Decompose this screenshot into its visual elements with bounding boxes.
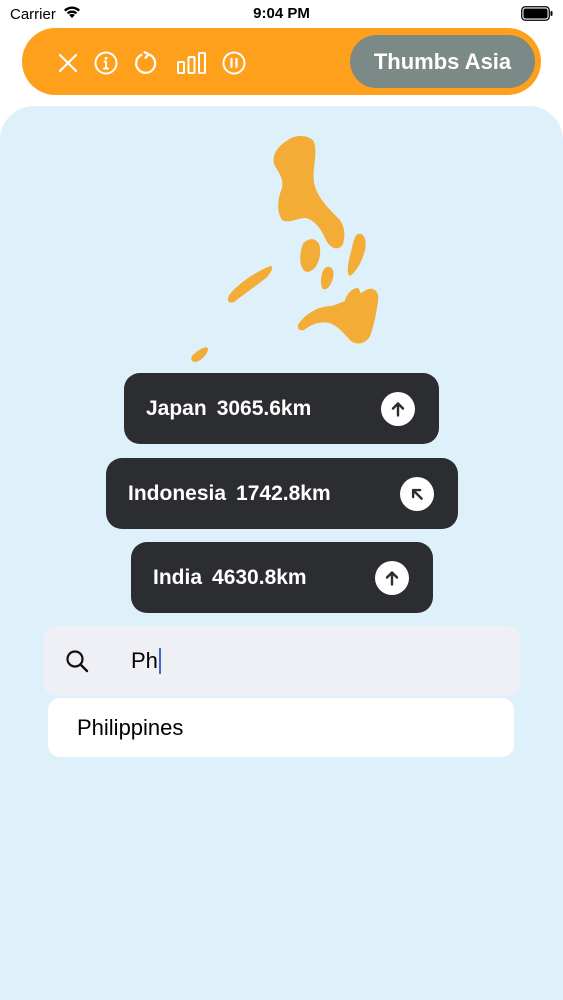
guess-country: India — [153, 565, 203, 589]
silhouette-luzon — [273, 136, 345, 249]
search-input[interactable]: Ph — [131, 648, 161, 674]
search-input-value: Ph — [131, 648, 158, 673]
info-icon — [94, 51, 118, 75]
silhouette-mindanao — [297, 288, 379, 344]
game-panel: Japan 3065.6km Indonesia 1742.8km India … — [0, 106, 563, 1000]
direction-arrow-icon — [400, 477, 434, 511]
guess-row: Indonesia 1742.8km — [106, 458, 458, 529]
silhouette-palawan — [227, 266, 273, 303]
status-time: 9:04 PM — [253, 5, 310, 22]
direction-arrow-icon — [381, 392, 415, 426]
guess-row: India 4630.8km — [131, 542, 433, 613]
search-icon — [65, 649, 89, 678]
silhouette-samar — [347, 233, 366, 276]
game-title[interactable]: Thumbs Asia — [350, 35, 535, 88]
direction-arrow-icon — [375, 561, 409, 595]
stats-icon — [177, 52, 207, 74]
silhouette-mindoro — [300, 239, 321, 272]
guess-distance: 3065.6km — [216, 396, 312, 420]
close-icon — [57, 52, 79, 74]
silhouette-south-fragment — [191, 347, 208, 362]
pause-button[interactable] — [221, 50, 247, 76]
battery-icon — [521, 6, 553, 21]
text-caret — [158, 648, 161, 674]
suggestion-item[interactable]: Philippines — [48, 698, 514, 757]
info-button[interactable] — [93, 50, 119, 76]
pause-icon — [222, 51, 246, 75]
guess-country: Indonesia — [128, 481, 227, 505]
top-toolbar: Thumbs Asia — [22, 28, 541, 95]
close-button[interactable] — [55, 50, 81, 76]
guess-country: Japan — [146, 396, 207, 420]
stats-button[interactable] — [176, 50, 208, 76]
suggestion-label: Philippines — [77, 714, 184, 740]
status-bar: Carrier 9:04 PM — [0, 0, 563, 28]
refresh-icon — [134, 51, 158, 75]
country-silhouette — [0, 106, 563, 386]
guess-row: Japan 3065.6km — [124, 373, 439, 444]
restart-button[interactable] — [133, 50, 159, 76]
country-search-field[interactable]: Ph — [44, 626, 520, 696]
guess-distance: 4630.8km — [212, 565, 307, 589]
guess-distance: 1742.8km — [236, 481, 331, 505]
silhouette-panay — [321, 266, 334, 290]
